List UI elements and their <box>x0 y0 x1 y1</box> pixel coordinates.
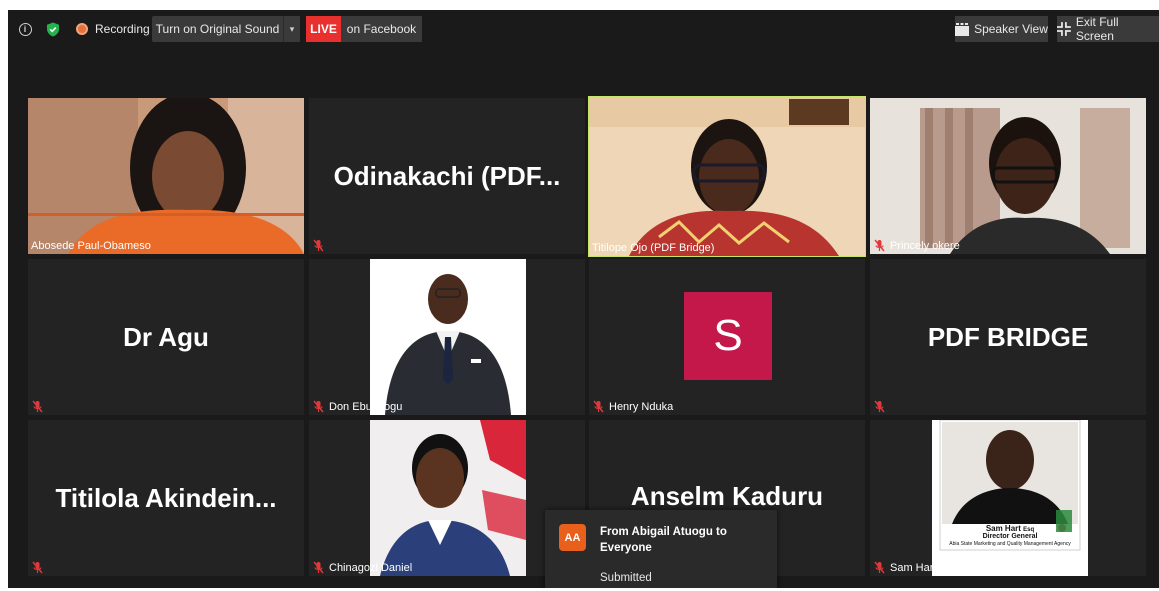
participant-tile-titilola[interactable]: Titilola Akindein... <box>28 420 304 576</box>
security-shield-icon[interactable] <box>44 16 62 42</box>
chat-message-text: Submitted <box>600 572 652 584</box>
sam-hart-card-org: Abia State Marketing and Quality Managem… <box>949 541 1071 547</box>
participant-tile-don-ebubeogu[interactable]: Don Ebubeogu <box>309 259 585 415</box>
muted-mic-icon <box>313 400 324 413</box>
muted-mic-icon <box>874 400 885 413</box>
muted-mic-icon <box>874 561 885 574</box>
participant-name: Princely okere <box>890 239 960 252</box>
muted-mic-icon <box>593 400 604 413</box>
chat-notification-popup[interactable]: AA From Abigail Atuogu to Everyone Submi… <box>545 510 777 588</box>
speaker-view-button[interactable]: Speaker View <box>955 16 1048 42</box>
participant-caption: Abosede Paul-Obameso <box>28 237 156 254</box>
original-sound-button[interactable]: Turn on Original Sound <box>152 16 283 42</box>
participant-profile-photo: Sam Hart Esq Director General Abia State… <box>932 420 1088 576</box>
participant-tile-titilope[interactable]: Titilope Ojo (PDF Bridge) <box>588 96 866 257</box>
chat-sender-avatar: AA <box>559 524 586 551</box>
participant-tile-pdf-bridge[interactable]: PDF BRIDGE <box>870 259 1146 415</box>
sam-hart-card-title: Director General <box>982 533 1038 540</box>
participant-tile-princely[interactable]: Princely okere <box>870 98 1146 254</box>
muted-mic-icon <box>32 400 43 413</box>
participant-name: Titilope Ojo (PDF Bridge) <box>592 241 715 254</box>
muted-mic-icon <box>313 561 324 574</box>
zoom-meeting-window: i Recording Turn on Original Sound ▾ LIV… <box>8 10 1159 588</box>
participant-profile-photo <box>370 420 526 576</box>
participant-caption: Titilope Ojo (PDF Bridge) <box>589 239 719 256</box>
participant-tile-odinakachi[interactable]: Odinakachi (PDF... <box>309 98 585 254</box>
participant-name-display: Titilola Akindein... <box>55 482 277 513</box>
chevron-down-icon: ▾ <box>289 23 295 34</box>
meeting-top-bar: i Recording Turn on Original Sound ▾ LIV… <box>8 15 1159 43</box>
participant-name: Chinagozi Daniel <box>329 561 413 574</box>
participant-profile-photo <box>370 259 526 415</box>
recording-label: Recording <box>95 22 150 36</box>
exit-full-screen-label: Exit Full Screen <box>1075 15 1119 43</box>
participant-name-display: Dr Agu <box>123 321 209 352</box>
participant-tile-dr-agu[interactable]: Dr Agu <box>28 259 304 415</box>
participant-name-display: Odinakachi (PDF... <box>333 160 561 191</box>
chat-sender-line: From Abigail Atuogu to Everyone <box>600 526 727 554</box>
participant-name: Don Ebubeogu <box>329 400 403 413</box>
participant-caption <box>28 559 49 576</box>
participant-caption: Don Ebubeogu <box>309 398 407 415</box>
participant-caption <box>870 398 891 415</box>
participant-tile-abosede[interactable]: Abosede Paul-Obameso <box>28 98 304 254</box>
participant-tile-henry-nduka[interactable]: S Henry Nduka <box>589 259 865 415</box>
live-platform-label[interactable]: on Facebook <box>341 16 422 42</box>
participant-video <box>870 98 1146 254</box>
speaker-view-icon <box>955 22 970 36</box>
participant-name: Henry Nduka <box>609 400 674 413</box>
participant-caption: Henry Nduka <box>589 398 678 415</box>
participant-video <box>28 98 304 254</box>
original-sound-dropdown-button[interactable]: ▾ <box>283 16 300 42</box>
participant-video <box>589 97 865 256</box>
muted-mic-icon <box>313 239 324 252</box>
exit-full-screen-icon <box>1057 22 1071 36</box>
muted-mic-icon <box>32 561 43 574</box>
exit-full-screen-button[interactable]: Exit Full Screen <box>1057 15 1159 43</box>
participant-caption <box>28 398 49 415</box>
participant-name: Abosede Paul-Obameso <box>31 239 151 252</box>
meeting-info-icon[interactable]: i <box>16 16 34 42</box>
participant-avatar: S <box>684 292 772 380</box>
participant-caption <box>309 237 330 254</box>
participant-caption: Princely okere <box>870 237 965 254</box>
muted-mic-icon <box>874 239 885 252</box>
participant-caption: Sam Hart <box>870 559 941 576</box>
recording-icon <box>74 16 90 42</box>
live-badge[interactable]: LIVE <box>306 16 341 42</box>
participant-tile-chinagozi[interactable]: Chinagozi Daniel <box>309 420 585 576</box>
participant-caption: Chinagozi Daniel <box>309 559 417 576</box>
speaker-view-label: Speaker View <box>974 22 1048 36</box>
participant-name: Sam Hart <box>890 561 937 574</box>
participant-tile-sam-hart[interactable]: Sam Hart Esq Director General Abia State… <box>870 420 1146 576</box>
participant-name-display: PDF BRIDGE <box>927 321 1089 352</box>
